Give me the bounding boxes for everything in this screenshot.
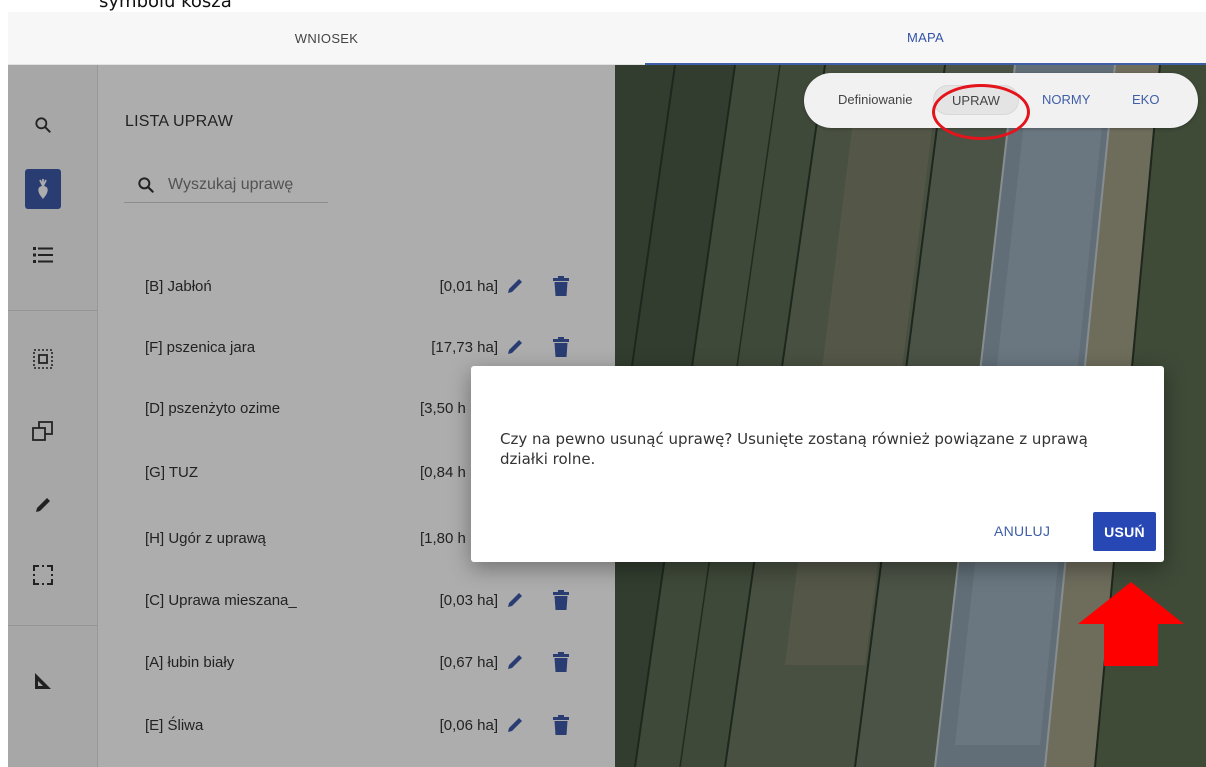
document-caption: symbolu kosza: [99, 0, 232, 12]
layer-toggle: Definiowanie UPRAW NORMY EKO: [804, 73, 1198, 128]
top-tab-bar: WNIOSEK MAPA: [8, 12, 1206, 65]
toggle-upraw[interactable]: UPRAW: [933, 85, 1019, 115]
confirm-delete-dialog: Czy na pewno usunąć uprawę? Usunięte zos…: [471, 366, 1164, 562]
confirm-delete-button[interactable]: USUŃ: [1093, 512, 1156, 551]
tab-wniosek[interactable]: WNIOSEK: [8, 12, 645, 65]
tab-mapa[interactable]: MAPA: [645, 12, 1206, 65]
toggle-eko[interactable]: EKO: [1132, 92, 1159, 107]
toggle-label: Definiowanie: [838, 92, 913, 107]
screenshot-root: symbolu kosza WNIOSEK MAPA LISTA UPRAW W…: [0, 0, 1206, 767]
toggle-normy[interactable]: NORMY: [1042, 92, 1090, 107]
dialog-message: Czy na pewno usunąć uprawę? Usunięte zos…: [500, 430, 1088, 468]
cancel-button[interactable]: ANULUJ: [994, 523, 1050, 539]
